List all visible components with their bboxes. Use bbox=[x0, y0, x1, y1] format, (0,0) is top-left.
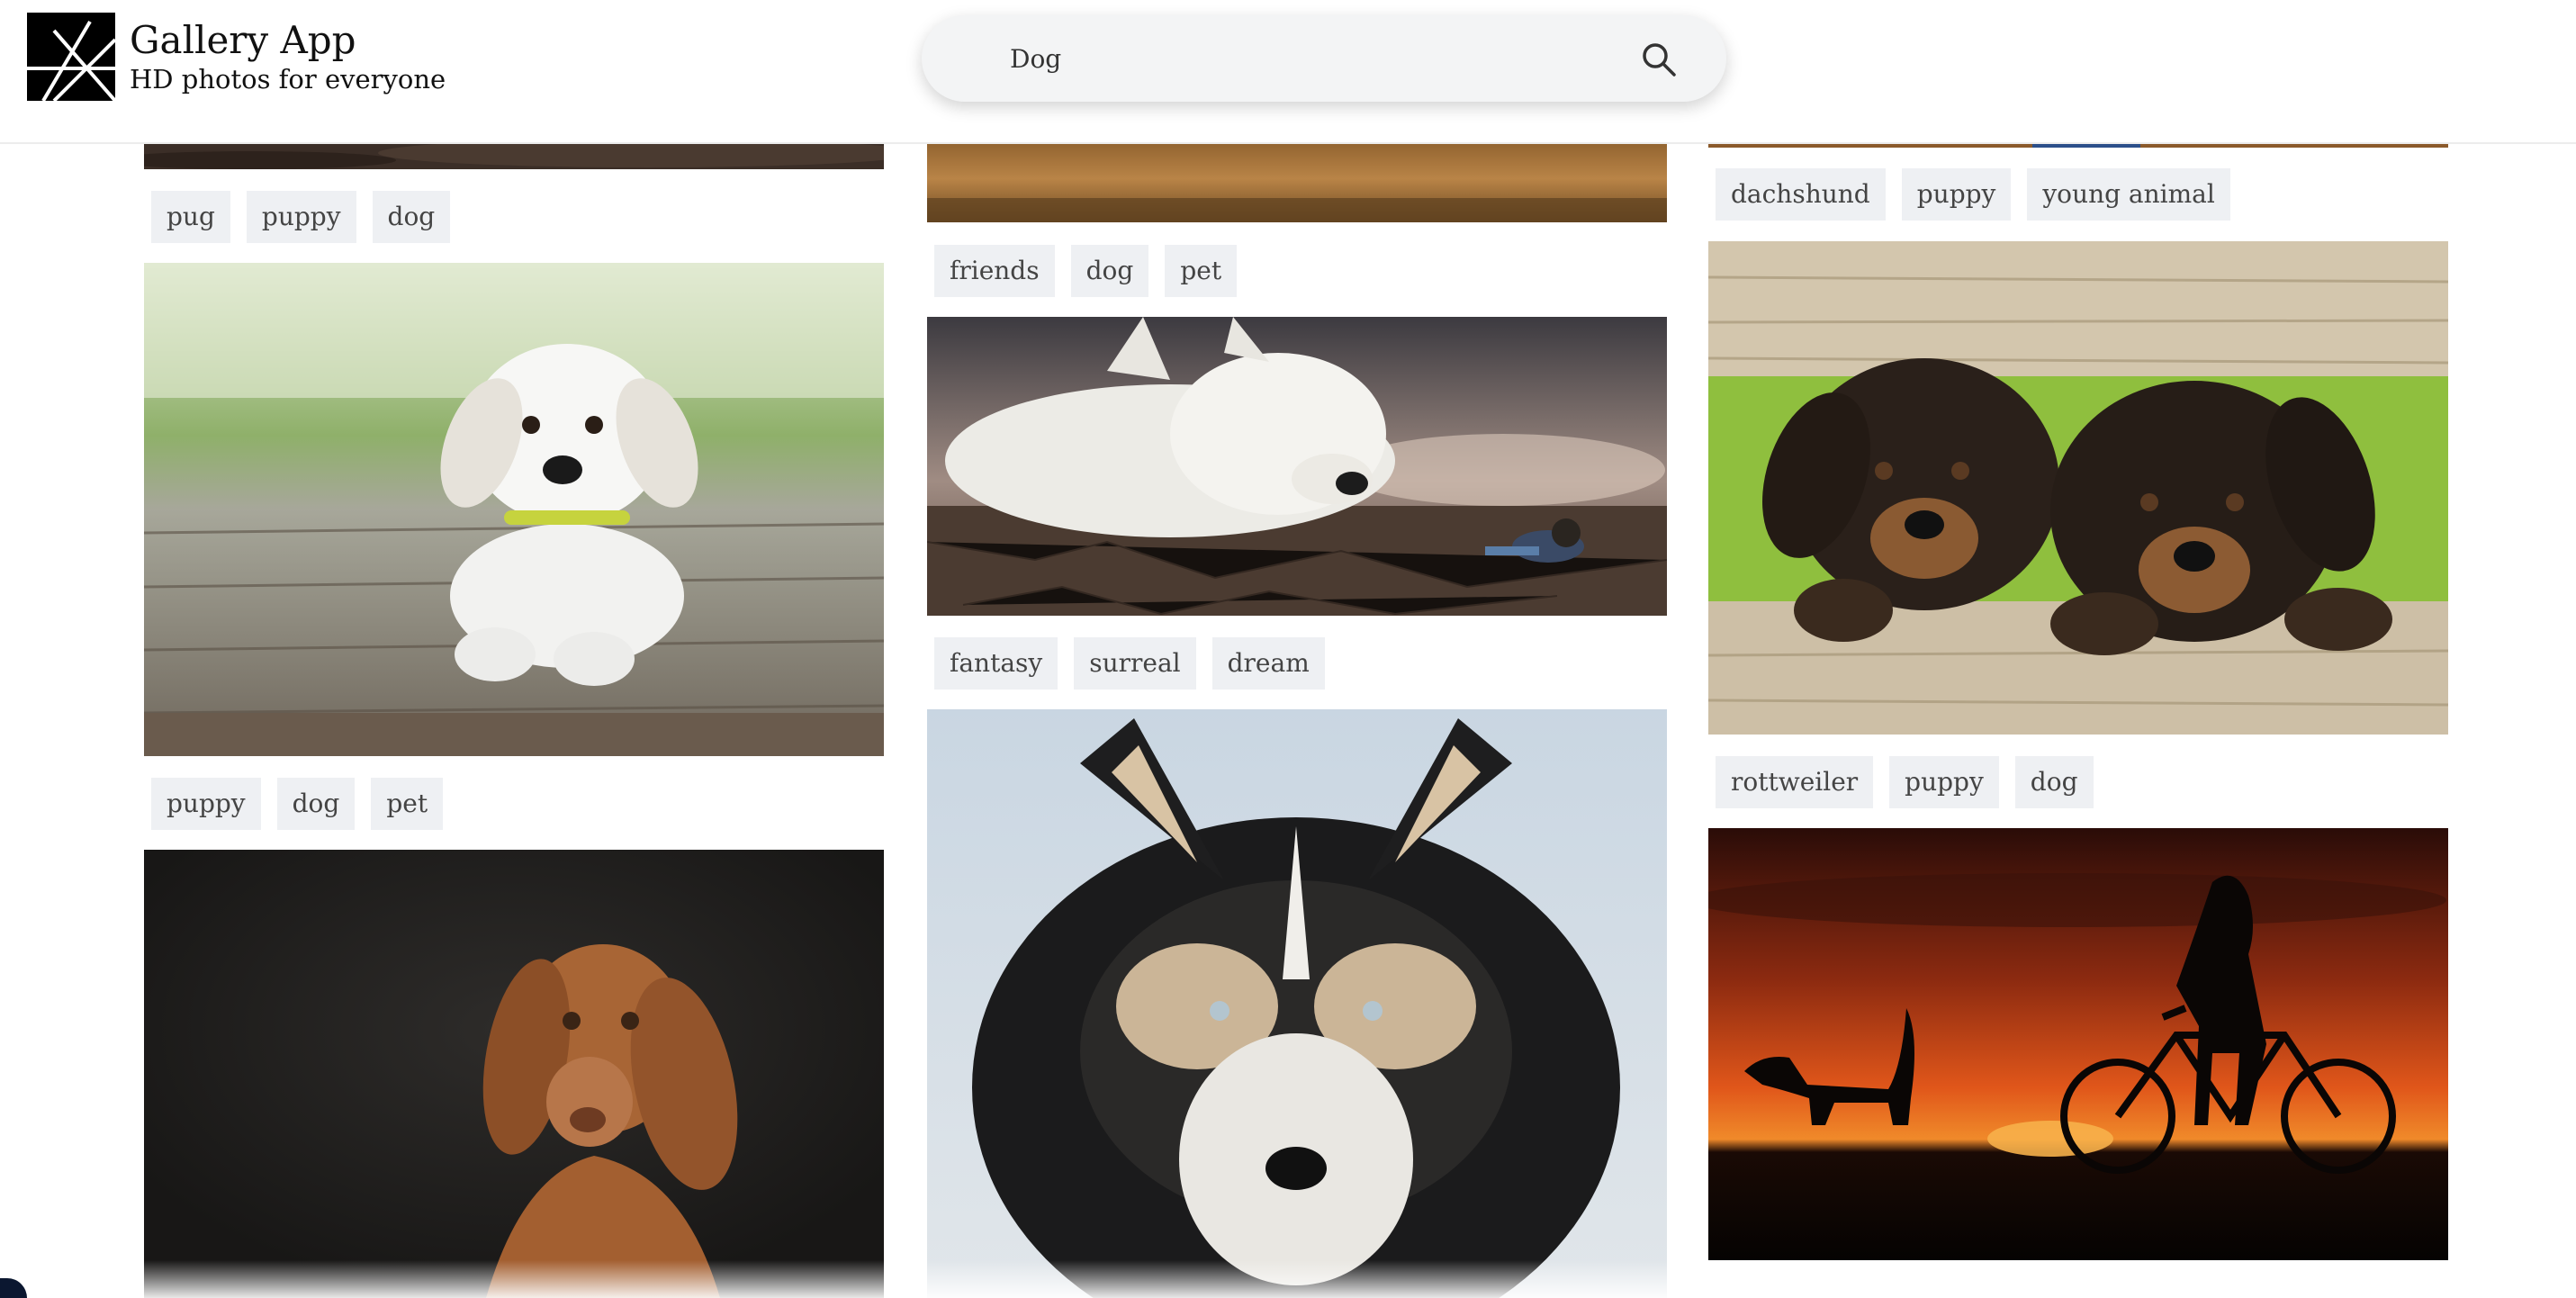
tag-chip[interactable]: fantasy bbox=[934, 637, 1058, 690]
photo-tags: rottweiler puppy dog bbox=[1716, 756, 2094, 808]
photo-tags: dachshund puppy young animal bbox=[1716, 168, 2230, 221]
tag-chip[interactable]: friends bbox=[934, 245, 1055, 297]
app-title: Gallery App bbox=[130, 18, 356, 62]
tag-chip[interactable]: puppy bbox=[151, 778, 261, 830]
photo-card[interactable] bbox=[927, 135, 1667, 222]
tag-chip[interactable]: dream bbox=[1211, 637, 1325, 690]
tag-chip[interactable]: pet bbox=[1165, 245, 1238, 297]
photo-tags: puppy dog pet bbox=[151, 778, 444, 830]
app-subtitle: HD photos for everyone bbox=[130, 64, 446, 95]
photo-image bbox=[1708, 241, 2448, 735]
tag-chip[interactable]: rottweiler bbox=[1716, 756, 1874, 808]
scroll-fade bbox=[0, 1260, 2576, 1298]
photo-card[interactable] bbox=[144, 263, 884, 756]
photo-image bbox=[1708, 828, 2448, 1260]
photo-card[interactable] bbox=[1708, 828, 2448, 1260]
photo-tags: pug puppy dog bbox=[151, 191, 451, 243]
tag-chip[interactable]: young animal bbox=[2027, 168, 2230, 221]
gallery-column-2: friends dog pet fantasy surreal dream bbox=[927, 0, 1667, 1298]
photo-card[interactable] bbox=[1708, 241, 2448, 735]
photo-image bbox=[927, 709, 1667, 1298]
tag-chip[interactable]: puppy bbox=[1889, 756, 1999, 808]
photo-card[interactable] bbox=[927, 317, 1667, 616]
photo-tags: fantasy surreal dream bbox=[934, 637, 1325, 690]
tag-chip[interactable]: pug bbox=[151, 191, 230, 243]
photo-card[interactable] bbox=[927, 709, 1667, 1298]
gallery-column-1: pug puppy dog puppy dog pet bbox=[144, 0, 884, 1298]
photo-image bbox=[927, 135, 1667, 222]
search-icon bbox=[1643, 43, 1676, 77]
search-input[interactable] bbox=[1008, 32, 1620, 86]
photo-tags: friends dog pet bbox=[934, 245, 1238, 297]
tag-chip[interactable]: dachshund bbox=[1716, 168, 1886, 221]
tag-chip[interactable]: puppy bbox=[1901, 168, 2012, 221]
tag-chip[interactable]: dog bbox=[1070, 245, 1149, 297]
tag-chip[interactable]: surreal bbox=[1074, 637, 1196, 690]
tag-chip[interactable]: dog bbox=[276, 778, 356, 830]
gallery-column-3: dachshund puppy young animal rottweiler … bbox=[1708, 0, 2448, 1298]
photo-card[interactable] bbox=[144, 850, 884, 1298]
aperture-logo-icon bbox=[27, 13, 115, 101]
search-button[interactable] bbox=[1640, 41, 1678, 78]
app-header: Gallery App HD photos for everyone bbox=[0, 0, 2576, 144]
photo-image bbox=[144, 850, 884, 1298]
tag-chip[interactable]: puppy bbox=[246, 191, 356, 243]
photo-image bbox=[927, 317, 1667, 616]
brand-text: Gallery App HD photos for everyone bbox=[130, 18, 446, 95]
brand[interactable]: Gallery App HD photos for everyone bbox=[27, 13, 446, 101]
tag-chip[interactable]: dog bbox=[372, 191, 451, 243]
photo-gallery: pug puppy dog puppy dog pet friends dog … bbox=[0, 0, 2576, 1298]
search-bar bbox=[922, 15, 1726, 102]
tag-chip[interactable]: dog bbox=[2014, 756, 2094, 808]
tag-chip[interactable]: pet bbox=[371, 778, 444, 830]
photo-image bbox=[144, 263, 884, 756]
